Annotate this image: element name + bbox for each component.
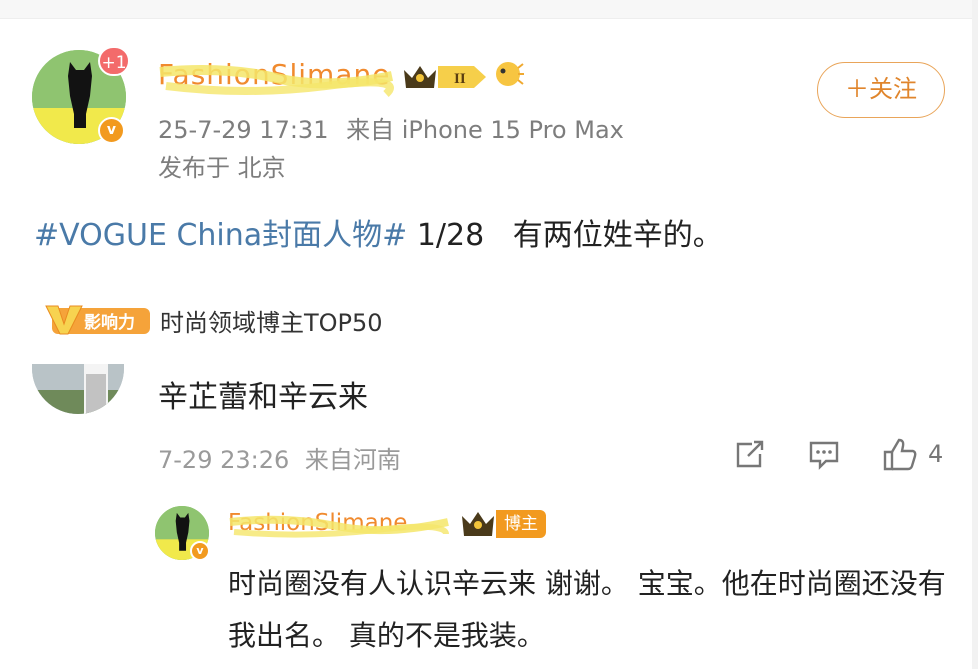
notification-badge: +1 — [98, 46, 130, 76]
reply-verified-icon: v — [190, 541, 210, 561]
top-divider — [0, 0, 978, 19]
reply-name-redaction-scribble — [229, 515, 449, 538]
level-badge-text: II — [454, 71, 466, 87]
post-timestamp: 25-7-29 17:31 — [158, 116, 329, 144]
post-location: 发布于 北京 — [158, 154, 286, 182]
author-tag-badge: 博主 — [496, 510, 546, 538]
right-edge — [972, 0, 978, 669]
rank-label[interactable]: 时尚领域博主TOP50 — [160, 303, 383, 338]
like-count: 4 — [928, 440, 944, 468]
comment-text: 辛芷蕾和辛云来 — [158, 380, 368, 415]
fish-icon — [496, 62, 524, 86]
influence-label: 影响力 — [84, 312, 135, 333]
comment-icon[interactable] — [808, 440, 840, 470]
crown-icon — [462, 512, 494, 536]
comment-source: 来自河南 — [304, 446, 401, 474]
crown-icon: II — [404, 66, 486, 88]
post-text: 1/28 有两位姓辛的。 — [407, 218, 723, 253]
commenter-avatar-image — [32, 364, 124, 414]
like-icon[interactable] — [882, 436, 918, 472]
post-source: 来自 iPhone 15 Pro Max — [346, 116, 624, 144]
verified-icon: v — [98, 117, 125, 144]
influence-badge: 影响力 — [45, 305, 150, 335]
comment-meta: 7-29 23:26 来自河南 — [158, 440, 401, 475]
commenter-avatar[interactable] — [32, 364, 124, 414]
name-redaction-scribble — [159, 65, 394, 97]
post-body: #VOGUE China封面人物# 1/28 有两位姓辛的。 — [34, 210, 723, 254]
post-meta: 25-7-29 17:31 来自 iPhone 15 Pro Max — [158, 110, 624, 145]
share-icon[interactable] — [734, 440, 766, 470]
hashtag-link[interactable]: #VOGUE China封面人物# — [34, 218, 407, 253]
follow-button[interactable]: ＋关注 — [817, 62, 945, 118]
comment-timestamp: 7-29 23:26 — [158, 446, 290, 474]
reply-text: 时尚圈没有人认识辛云来 谢谢。 宝宝。他在时尚圈还没有我出名。 真的不是我装。 — [228, 567, 946, 652]
